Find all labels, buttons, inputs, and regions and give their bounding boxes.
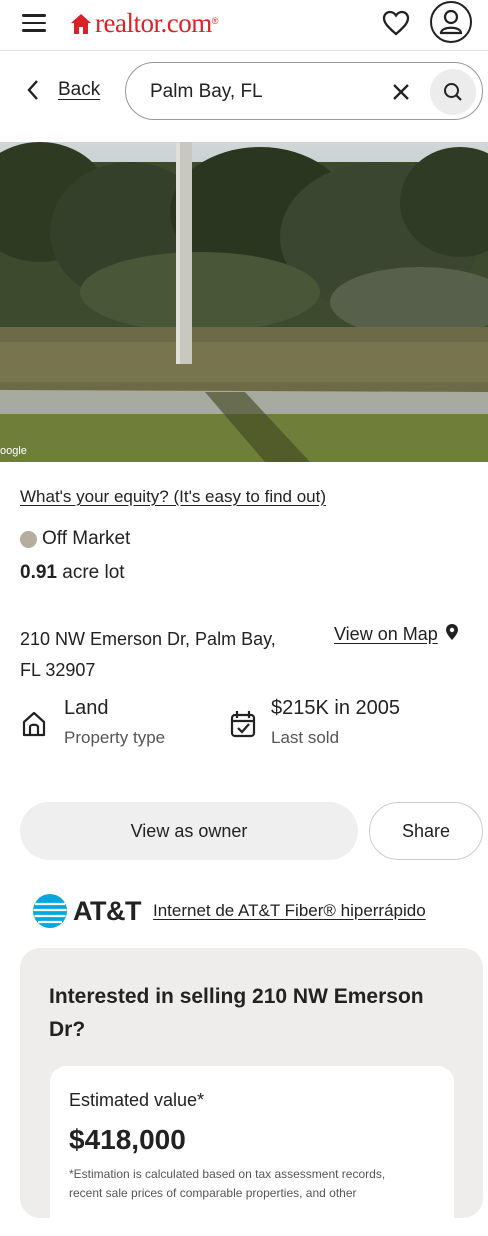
street-view-image bbox=[0, 142, 488, 462]
estimated-label: Estimated value* bbox=[69, 1090, 205, 1110]
search-icon bbox=[444, 83, 462, 101]
equity-link[interactable]: What's your equity? (It's easy to find o… bbox=[20, 487, 326, 507]
disclaimer-line-1: *Estimation is calculated based on tax a… bbox=[69, 1167, 386, 1181]
logo-text: realtor.com bbox=[95, 8, 212, 38]
share-button[interactable]: Share bbox=[369, 802, 483, 860]
house-logo-icon bbox=[71, 13, 91, 34]
search-query: Palm Bay, FL bbox=[150, 81, 263, 102]
selling-heading-line-2: Dr? bbox=[49, 1018, 86, 1041]
att-brand: AT&T bbox=[73, 895, 141, 926]
estimated-value-card: Estimated value* $418,000 *Estimation is… bbox=[50, 1066, 454, 1236]
top-bar: realtor.com ® bbox=[0, 0, 488, 51]
fact-value: Land bbox=[64, 697, 109, 719]
selling-heading: Interested in selling 210 NW Emerson Dr? bbox=[49, 980, 424, 1046]
account-button[interactable] bbox=[430, 1, 472, 43]
selling-card: Interested in selling 210 NW Emerson Dr?… bbox=[20, 948, 483, 1236]
estimated-disclaimer: *Estimation is calculated based on tax a… bbox=[69, 1165, 385, 1203]
chevron-left-icon bbox=[27, 80, 38, 100]
logo-registered-mark: ® bbox=[211, 16, 219, 26]
lot-size-value: 0.91 bbox=[20, 562, 57, 583]
property-address: 210 NW Emerson Dr, Palm Bay, FL 32907 bbox=[20, 624, 276, 686]
status-text: Off Market bbox=[42, 528, 131, 549]
view-on-map-label: View on Map bbox=[334, 624, 438, 644]
view-on-map-link[interactable]: View on Map bbox=[334, 623, 459, 645]
lot-size-unit: acre lot bbox=[62, 562, 125, 583]
property-photo[interactable]: oogle bbox=[0, 142, 488, 462]
search-button[interactable] bbox=[430, 69, 476, 115]
realtor-logo[interactable]: realtor.com ® bbox=[70, 8, 218, 39]
att-link[interactable]: Internet de AT&T Fiber® hiperrápido bbox=[153, 901, 426, 921]
calendar-sold-icon bbox=[230, 711, 256, 738]
fact-property-type: Land Property type bbox=[64, 697, 165, 748]
fact-last-sold: $215K in 2005 Last sold bbox=[271, 697, 400, 748]
selling-heading-line-1: Interested in selling 210 NW Emerson bbox=[49, 985, 424, 1008]
land-icon bbox=[22, 711, 46, 737]
clear-icon[interactable] bbox=[391, 82, 411, 102]
map-pin-icon bbox=[445, 623, 458, 640]
address-line-1: 210 NW Emerson Dr, Palm Bay, bbox=[20, 629, 276, 649]
menu-icon[interactable] bbox=[22, 9, 46, 37]
address-line-2: FL 32907 bbox=[20, 660, 96, 680]
att-ad[interactable]: AT&T Internet de AT&T Fiber® hiperrápido bbox=[32, 893, 426, 929]
estimated-value: $418,000 bbox=[69, 1124, 186, 1155]
back-button[interactable]: Back bbox=[26, 79, 100, 101]
fact-label: Property type bbox=[64, 728, 166, 747]
listing-status: Off Market bbox=[20, 528, 130, 550]
fact-label: Last sold bbox=[271, 728, 340, 747]
back-label: Back bbox=[58, 79, 101, 100]
user-icon bbox=[439, 9, 463, 35]
search-input[interactable]: Palm Bay, FL bbox=[125, 62, 483, 120]
status-dot-icon bbox=[20, 530, 37, 548]
fact-value: $215K in 2005 bbox=[271, 697, 401, 719]
view-as-owner-button[interactable]: View as owner bbox=[20, 802, 358, 860]
att-globe-icon bbox=[33, 894, 67, 928]
heart-icon[interactable] bbox=[382, 10, 410, 36]
disclaimer-line-2: recent sale prices of comparable propert… bbox=[69, 1186, 357, 1200]
lot-size: 0.91 acre lot bbox=[20, 562, 125, 584]
photo-credit: oogle bbox=[0, 445, 27, 457]
